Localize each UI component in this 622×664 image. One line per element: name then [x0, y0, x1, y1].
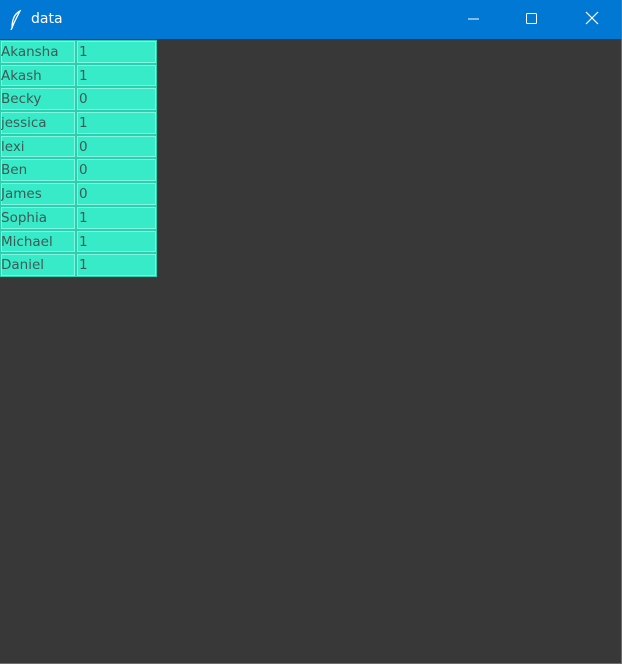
table-row: jessica 1: [0, 111, 157, 135]
minimize-button[interactable]: [445, 0, 503, 39]
name-cell[interactable]: Akansha: [0, 40, 76, 64]
name-cell[interactable]: Daniel: [0, 253, 76, 277]
value-cell[interactable]: 0: [76, 87, 157, 112]
table-row: Daniel 1: [0, 253, 157, 277]
name-cell[interactable]: jessica: [0, 111, 76, 135]
minimize-icon: [468, 10, 480, 29]
value-cell[interactable]: 1: [76, 253, 157, 277]
name-cell[interactable]: Michael: [0, 229, 76, 254]
table-row: James 0: [0, 182, 157, 206]
name-cell[interactable]: Sophia: [0, 205, 76, 230]
value-cell[interactable]: 0: [76, 182, 157, 206]
value-cell[interactable]: 1: [76, 229, 157, 254]
name-cell[interactable]: Akash: [0, 63, 76, 88]
value-cell[interactable]: 0: [76, 158, 157, 183]
app-window: data Akansha 1 Akash 1 Becky 0 jessica 1…: [0, 0, 622, 664]
window-content: Akansha 1 Akash 1 Becky 0 jessica 1 lexi…: [0, 39, 621, 663]
feather-icon: [8, 9, 24, 31]
table-row: Akash 1: [0, 63, 157, 88]
data-grid: Akansha 1 Akash 1 Becky 0 jessica 1 lexi…: [0, 40, 157, 277]
table-row: Ben 0: [0, 158, 157, 183]
value-cell[interactable]: 1: [76, 205, 157, 230]
name-cell[interactable]: lexi: [0, 134, 76, 159]
close-button[interactable]: [562, 0, 621, 39]
table-row: Akansha 1: [0, 40, 157, 64]
table-row: Michael 1: [0, 229, 157, 254]
name-cell[interactable]: James: [0, 182, 76, 206]
table-row: Becky 0: [0, 87, 157, 112]
value-cell[interactable]: 1: [76, 111, 157, 135]
value-cell[interactable]: 1: [76, 40, 157, 64]
title-bar[interactable]: data: [0, 0, 621, 39]
close-icon: [585, 10, 599, 29]
window-title: data: [31, 11, 63, 27]
name-cell[interactable]: Ben: [0, 158, 76, 183]
maximize-icon: [526, 10, 538, 29]
name-cell[interactable]: Becky: [0, 87, 76, 112]
value-cell[interactable]: 0: [76, 134, 157, 159]
maximize-button[interactable]: [503, 0, 561, 39]
value-cell[interactable]: 1: [76, 63, 157, 88]
table-row: Sophia 1: [0, 205, 157, 230]
table-row: lexi 0: [0, 134, 157, 159]
